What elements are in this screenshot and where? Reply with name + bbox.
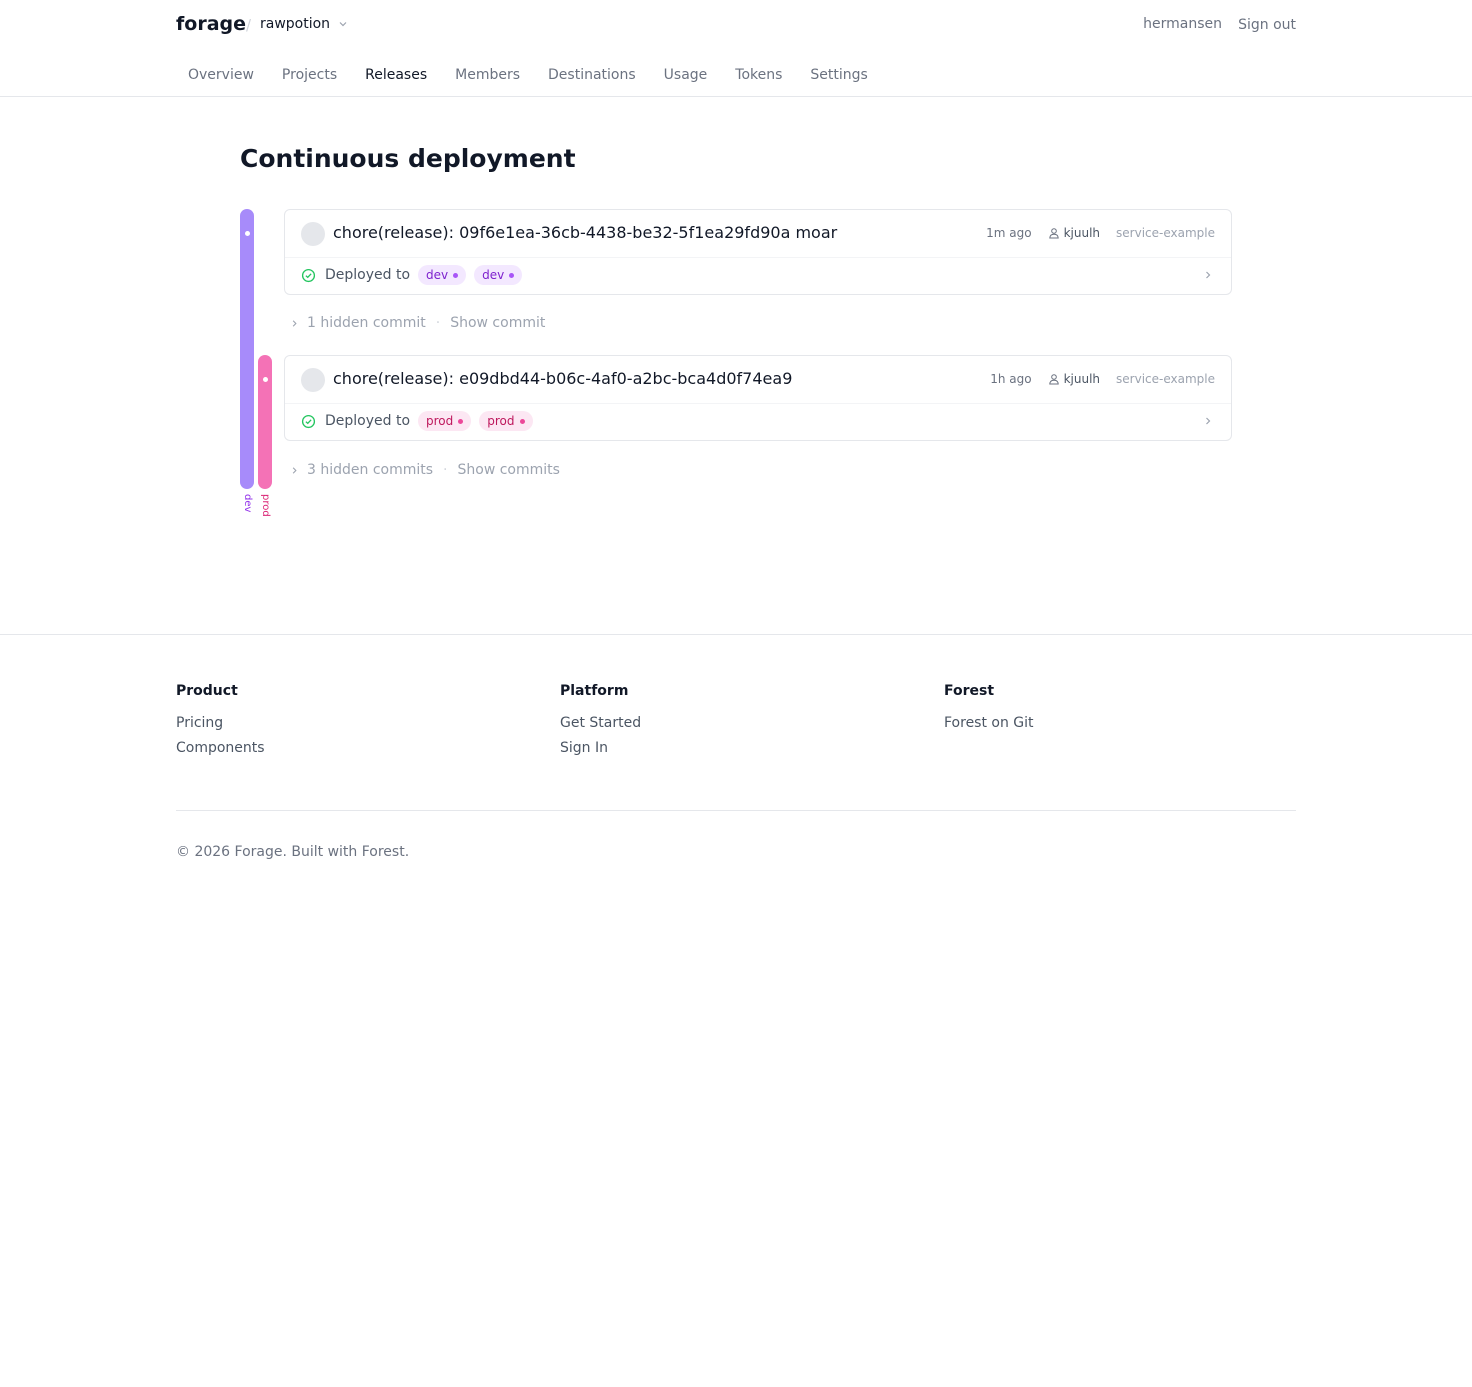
badge-label: prod xyxy=(426,414,454,428)
environment-badges: dev dev xyxy=(418,265,523,285)
footer-heading: Product xyxy=(176,683,238,699)
page-title: Continuous deployment xyxy=(240,144,576,173)
release-time: 1m ago xyxy=(986,226,1032,240)
lane-dev-label: dev xyxy=(242,494,253,513)
footer-divider xyxy=(176,810,1296,811)
footer-link-sign-in[interactable]: Sign In xyxy=(560,740,641,756)
status-dot xyxy=(453,272,459,278)
brand-logo[interactable]: forage xyxy=(176,13,246,35)
tab-tokens[interactable]: Tokens xyxy=(723,67,794,83)
hidden-commits-row[interactable]: 3 hidden commits · Show commits xyxy=(290,462,560,478)
status-dot xyxy=(519,418,525,424)
footer-column-platform: Platform Get Started Sign In xyxy=(560,683,641,765)
release-author: kjuulh xyxy=(1048,226,1100,240)
avatar xyxy=(301,368,325,392)
release-time: 1h ago xyxy=(990,372,1032,386)
hidden-commits-row[interactable]: 1 hidden commit · Show commit xyxy=(290,315,545,331)
lane-dev xyxy=(240,209,254,489)
tab-usage[interactable]: Usage xyxy=(652,67,720,83)
hidden-commits-count: 1 hidden commit xyxy=(307,315,426,331)
deployed-to-label: Deployed to xyxy=(325,413,411,429)
footer-column-product: Product Pricing Components xyxy=(176,683,265,765)
org-switcher[interactable]: rawpotion xyxy=(260,16,348,32)
chevron-right-icon xyxy=(292,466,297,474)
env-badge-prod[interactable]: prod xyxy=(418,411,472,431)
check-circle-icon xyxy=(301,414,316,429)
release-meta: 1m ago kjuulh service-example xyxy=(986,226,1215,240)
environment-badges: prod prod xyxy=(418,411,533,431)
status-dot xyxy=(509,272,515,278)
separator-dot: · xyxy=(443,462,448,478)
lane-prod-dot xyxy=(262,377,268,382)
show-commits-button[interactable]: Show commit xyxy=(450,315,545,331)
avatar xyxy=(301,222,325,246)
service-name[interactable]: service-example xyxy=(1116,372,1215,386)
footer: Product Pricing Components Platform Get … xyxy=(0,634,1472,894)
copyright-text: © 2026 Forage. Built with Forest. xyxy=(176,844,410,860)
env-badge-dev[interactable]: dev xyxy=(418,265,467,285)
username[interactable]: hermansen xyxy=(1143,16,1222,32)
status-dot xyxy=(458,418,464,424)
footer-link-pricing[interactable]: Pricing xyxy=(176,715,265,731)
footer-column-forest: Forest Forest on Git xyxy=(944,683,1034,740)
badge-label: dev xyxy=(426,268,449,282)
release-deployments[interactable]: Deployed to prod prod xyxy=(285,404,1231,440)
release-author: kjuulh xyxy=(1048,372,1100,386)
main-nav: Overview Projects Releases Members Desti… xyxy=(176,67,884,83)
tab-releases[interactable]: Releases xyxy=(353,67,439,83)
commit-message[interactable]: chore(release): 09f6e1ea-36cb-4438-be32-… xyxy=(333,223,837,242)
author-name: kjuulh xyxy=(1063,226,1101,240)
env-badge-prod[interactable]: prod xyxy=(479,411,533,431)
hidden-commits-count: 3 hidden commits xyxy=(307,462,434,478)
footer-heading: Forest xyxy=(944,683,995,699)
user-icon xyxy=(1048,374,1059,385)
tab-projects[interactable]: Projects xyxy=(270,67,349,83)
breadcrumb-separator: / xyxy=(246,16,252,34)
release-card[interactable]: chore(release): 09f6e1ea-36cb-4438-be32-… xyxy=(284,209,1232,295)
separator-dot: · xyxy=(435,315,441,331)
sign-out-link[interactable]: Sign out xyxy=(1238,17,1296,33)
env-badge-dev[interactable]: dev xyxy=(474,265,523,285)
author-name: kjuulh xyxy=(1063,372,1101,386)
org-name: rawpotion xyxy=(260,16,331,32)
chevron-right-icon xyxy=(292,319,297,327)
chevron-right-icon[interactable] xyxy=(1203,416,1213,426)
lane-prod-label: prod xyxy=(260,494,271,517)
lane-dev-dot xyxy=(244,231,250,236)
tab-settings[interactable]: Settings xyxy=(798,67,879,83)
lane-prod xyxy=(258,355,272,489)
tab-members[interactable]: Members xyxy=(443,67,532,83)
release-card[interactable]: chore(release): e09dbd44-b06c-4af0-a2bc-… xyxy=(284,355,1232,441)
deployed-to-label: Deployed to xyxy=(325,267,411,283)
tab-destinations[interactable]: Destinations xyxy=(536,67,648,83)
release-meta: 1h ago kjuulh service-example xyxy=(990,372,1215,386)
release-header: chore(release): 09f6e1ea-36cb-4438-be32-… xyxy=(285,210,1231,258)
release-header: chore(release): e09dbd44-b06c-4af0-a2bc-… xyxy=(285,356,1231,404)
badge-label: dev xyxy=(482,268,505,282)
chevron-down-icon xyxy=(339,22,347,27)
footer-link-components[interactable]: Components xyxy=(176,740,265,756)
show-commits-button[interactable]: Show commits xyxy=(458,462,560,478)
user-icon xyxy=(1048,228,1059,239)
badge-label: prod xyxy=(487,414,515,428)
chevron-right-icon[interactable] xyxy=(1203,270,1213,280)
tab-overview[interactable]: Overview xyxy=(176,67,266,83)
service-name[interactable]: service-example xyxy=(1116,226,1215,240)
commit-message[interactable]: chore(release): e09dbd44-b06c-4af0-a2bc-… xyxy=(333,369,792,388)
top-header: forage / rawpotion hermansen Sign out Ov… xyxy=(0,0,1472,97)
check-circle-icon xyxy=(301,268,316,283)
footer-link-get-started[interactable]: Get Started xyxy=(560,715,641,731)
release-deployments[interactable]: Deployed to dev dev xyxy=(285,258,1231,294)
footer-link-forest-on-git[interactable]: Forest on Git xyxy=(944,715,1034,731)
footer-heading: Platform xyxy=(560,683,629,699)
